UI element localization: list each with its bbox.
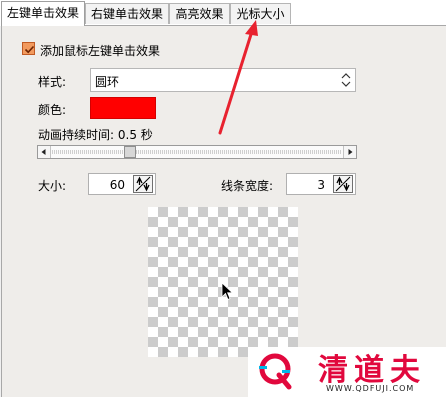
tab-strip: 左键单击效果 右键单击效果 高亮效果 光标大小 — [0, 0, 446, 26]
up-down-arrow-icon — [341, 73, 351, 87]
duration-value: 0.5 秒 — [117, 128, 153, 142]
tab-highlight[interactable]: 高亮效果 — [169, 3, 230, 24]
tab-cursor-size[interactable]: 光标大小 — [230, 3, 291, 24]
left-click-effect-checkbox[interactable] — [22, 42, 35, 55]
triangle-left-icon — [41, 149, 46, 155]
style-dropdown[interactable]: 圆环 — [90, 68, 356, 92]
checkmark-icon — [24, 45, 35, 54]
checkbox-label: 添加鼠标左键单击效果 — [40, 44, 161, 58]
watermark-url: WWW.QDFUJI.COM — [326, 384, 415, 393]
slider-track[interactable] — [52, 150, 342, 154]
color-label: 颜色: — [38, 103, 67, 117]
triangle-right-icon — [348, 149, 353, 155]
slider-thumb[interactable] — [124, 146, 137, 158]
q-logo-icon — [259, 353, 292, 390]
size-value: 60 — [109, 178, 125, 192]
stepper-arrows-icon — [335, 176, 351, 192]
slider-right-button[interactable] — [343, 146, 356, 158]
size-input[interactable]: 60 — [88, 173, 156, 195]
style-label: 样式: — [38, 75, 67, 89]
line-width-value: 3 — [317, 178, 325, 192]
size-stepper[interactable] — [133, 175, 153, 193]
mouse-pointer-icon — [221, 282, 234, 301]
duration-label: 动画持续时间: 0.5 秒 — [38, 128, 153, 142]
stepper-arrows-icon — [135, 176, 151, 192]
line-width-label: 线条宽度: — [221, 179, 274, 193]
duration-slider[interactable] — [37, 145, 357, 159]
slider-left-button[interactable] — [38, 146, 51, 158]
color-swatch[interactable] — [90, 97, 156, 119]
size-label: 大小: — [38, 179, 67, 193]
watermark-brand: 清道夫 — [318, 353, 426, 388]
tab-right-click[interactable]: 右键单击效果 — [85, 3, 169, 24]
tab-left-click[interactable]: 左键单击效果 — [1, 1, 85, 26]
line-width-input[interactable]: 3 — [286, 173, 356, 195]
style-value: 圆环 — [95, 75, 120, 89]
line-width-stepper[interactable] — [333, 175, 353, 193]
watermark-logo: 清道夫 WWW.QDFUJI.COM — [248, 347, 446, 397]
